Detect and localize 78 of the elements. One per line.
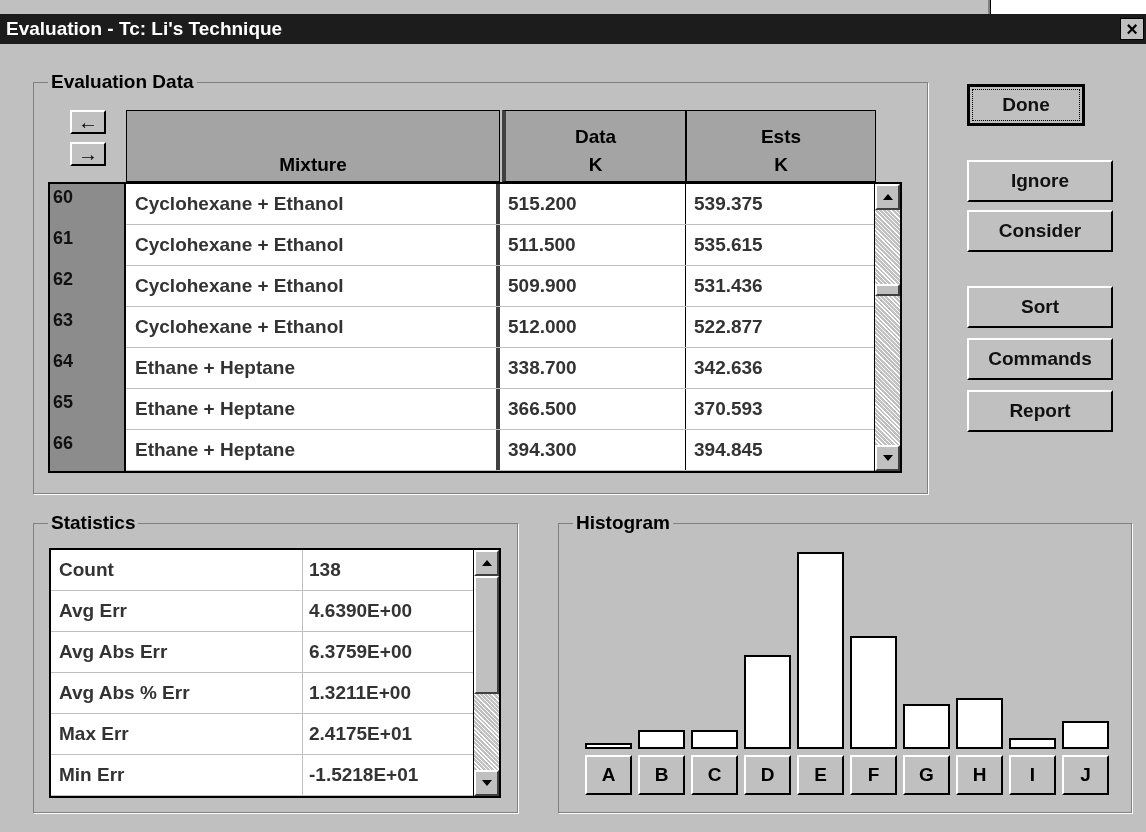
table-cell: Cyclohexane + Ethanol: [126, 266, 500, 306]
histogram-bar: [691, 730, 738, 749]
stat-value: 1.3211E+00: [308, 680, 412, 705]
table-cell: 531.436: [686, 266, 874, 306]
row-number: 61: [50, 225, 126, 266]
stat-label: Avg Err: [51, 591, 303, 631]
stat-label: Avg Abs Err: [51, 632, 303, 672]
histogram-bar: [1009, 738, 1056, 749]
dialog-button[interactable]: Sort: [967, 286, 1113, 328]
scroll-up-icon[interactable]: [474, 550, 499, 576]
table-cell: Cyclohexane + Ethanol: [126, 225, 500, 265]
table-cell: 394.300: [500, 430, 686, 470]
bin-button[interactable]: A: [585, 755, 632, 795]
table-cell: 366.500: [500, 389, 686, 429]
scrollbar[interactable]: [874, 184, 900, 471]
row-number: 60: [50, 184, 126, 225]
table-cell: 370.593: [686, 389, 874, 429]
table-cell: 394.845: [686, 430, 874, 470]
scrollbar[interactable]: [473, 550, 499, 796]
scroll-down-icon[interactable]: [875, 445, 900, 471]
dialog-button[interactable]: Ignore: [967, 160, 1113, 202]
dialog-button[interactable]: Done: [967, 84, 1085, 126]
bin-button[interactable]: F: [850, 755, 897, 795]
bin-button[interactable]: H: [956, 755, 1003, 795]
stat-value: 4.6390E+00: [308, 598, 413, 623]
table-cell: Ethane + Heptane: [126, 348, 500, 388]
bin-button[interactable]: G: [903, 755, 950, 795]
close-button[interactable]: ×: [1120, 18, 1144, 40]
stat-value: 2.4175E+01: [308, 721, 413, 746]
stat-value: 138: [308, 557, 342, 582]
bin-button[interactable]: D: [744, 755, 791, 795]
stat-label: Avg Abs % Err: [51, 673, 303, 713]
bin-button[interactable]: J: [1062, 755, 1109, 795]
stat-value: 6.3759E+00: [308, 639, 413, 664]
row-number: 64: [50, 348, 126, 389]
table-cell: 515.200: [500, 184, 686, 224]
table-cell: 511.500: [500, 225, 686, 265]
histogram-bar: [638, 730, 685, 749]
table-cell: Cyclohexane + Ethanol: [126, 307, 500, 347]
table-cell: Cyclohexane + Ethanol: [126, 184, 500, 224]
histogram-bar: [956, 698, 1003, 749]
table-cell: Ethane + Heptane: [126, 430, 500, 470]
row-number: 63: [50, 307, 126, 348]
row-number: 62: [50, 266, 126, 307]
table-cell: 535.615: [686, 225, 874, 265]
stat-value: -1.5218E+01: [308, 762, 420, 787]
table-cell: 509.900: [500, 266, 686, 306]
histogram-bar: [1062, 721, 1109, 749]
column-header: Data K: [502, 110, 686, 182]
bin-button[interactable]: I: [1009, 755, 1056, 795]
stat-label: Max Err: [51, 714, 303, 754]
table-cell: 539.375: [686, 184, 874, 224]
column-header: Mixture: [126, 110, 500, 182]
table-cell: Ethane + Heptane: [126, 389, 500, 429]
dialog-button[interactable]: Consider: [967, 210, 1113, 252]
histogram-bar: [903, 704, 950, 749]
scroll-thumb[interactable]: [474, 576, 499, 694]
stat-label: Count: [51, 550, 303, 590]
column-header: Ests K: [686, 110, 876, 182]
table-cell: 522.877: [686, 307, 874, 347]
row-number: 66: [50, 430, 126, 471]
dialog-button[interactable]: Report: [967, 390, 1113, 432]
scroll-down-icon[interactable]: [474, 770, 499, 796]
stat-label: Min Err: [51, 755, 303, 795]
bin-button[interactable]: B: [638, 755, 685, 795]
table-cell: 338.700: [500, 348, 686, 388]
window-title: Evaluation - Tc: Li's Technique: [6, 16, 283, 41]
bin-button[interactable]: E: [797, 755, 844, 795]
table-cell: 342.636: [686, 348, 874, 388]
table-cell: 512.000: [500, 307, 686, 347]
scroll-thumb[interactable]: [875, 284, 900, 296]
dialog-button[interactable]: Commands: [967, 338, 1113, 380]
row-number: 65: [50, 389, 126, 430]
scroll-up-icon[interactable]: [875, 184, 900, 210]
bin-button[interactable]: C: [691, 755, 738, 795]
scroll-left-button[interactable]: ←: [70, 110, 106, 134]
scroll-right-button[interactable]: →: [70, 142, 106, 166]
histogram-bar: [585, 743, 632, 749]
